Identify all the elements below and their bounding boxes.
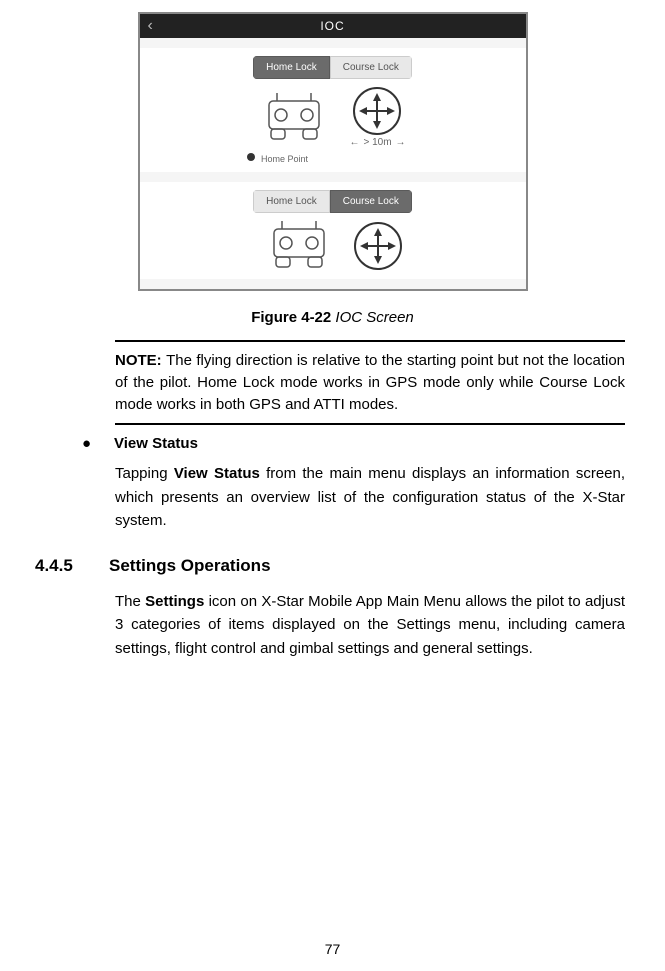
- app-topbar: ‹ IOC: [140, 14, 526, 38]
- settings-body: The Settings icon on X-Star Mobile App M…: [115, 590, 625, 660]
- figure-label: Figure 4-22: [251, 309, 331, 326]
- view-status-body: Tapping View Status from the main menu d…: [115, 462, 625, 532]
- home-lock-section: Home Lock Course Lock: [140, 48, 526, 172]
- bullet-icon: ●: [82, 435, 114, 452]
- section-number: 4.4.5: [35, 556, 109, 576]
- section-heading: 4.4.5Settings Operations: [35, 556, 625, 576]
- note-box: NOTE: The flying direction is relative t…: [115, 340, 625, 425]
- segment-control-2[interactable]: Home Lock Course Lock: [253, 190, 412, 213]
- home-point-dot-icon: [247, 153, 255, 161]
- home-point-label: Home Point: [261, 154, 308, 164]
- view-status-bullet: ● View Status: [82, 435, 625, 452]
- seg-course-lock-inactive[interactable]: Course Lock: [330, 56, 412, 79]
- section-title: Settings Operations: [109, 556, 271, 575]
- seg-home-lock-active[interactable]: Home Lock: [253, 56, 330, 79]
- diagram-home-lock: ← > 10m →: [259, 87, 405, 148]
- controller-icon: [264, 221, 334, 271]
- note-label: NOTE:: [115, 352, 166, 369]
- figure-title: IOC Screen: [331, 309, 414, 326]
- vs-pre: Tapping: [115, 465, 174, 482]
- diagram-course-lock: [264, 221, 402, 271]
- view-status-title: View Status: [114, 435, 198, 452]
- move-arrows-icon: [353, 87, 401, 135]
- controller-icon: [259, 93, 329, 143]
- figure-caption: Figure 4-22 IOC Screen: [0, 309, 665, 326]
- move-arrows-icon: [354, 222, 402, 270]
- page-number: 77: [0, 941, 665, 957]
- distance-label: > 10m: [363, 137, 391, 148]
- ioc-screenshot: ‹ IOC Home Lock Course Lock: [138, 12, 528, 291]
- topbar-title: IOC: [320, 19, 344, 33]
- seg-course-lock-active[interactable]: Course Lock: [330, 190, 412, 213]
- settings-bold: Settings: [145, 593, 204, 610]
- segment-control-1[interactable]: Home Lock Course Lock: [253, 56, 412, 79]
- back-icon[interactable]: ‹: [148, 17, 153, 35]
- settings-pre: The: [115, 593, 145, 610]
- vs-bold: View Status: [174, 465, 260, 482]
- seg-home-lock-inactive[interactable]: Home Lock: [253, 190, 330, 213]
- course-lock-section: Home Lock Course Lock: [140, 182, 526, 279]
- note-text: The flying direction is relative to the …: [115, 352, 625, 413]
